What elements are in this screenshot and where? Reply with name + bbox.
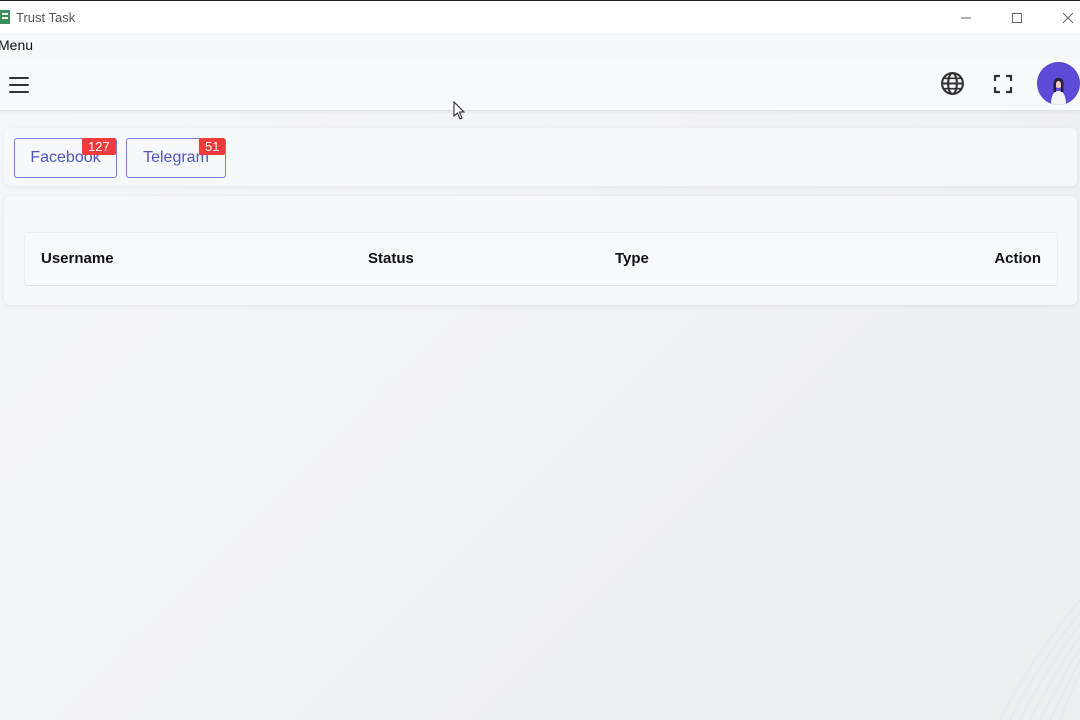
maximize-icon [1012,12,1022,23]
close-button[interactable] [1043,1,1080,34]
close-icon [1062,12,1074,23]
menu-item-menu[interactable]: Menu [0,37,33,53]
title-bar: Trust Task [0,0,1080,33]
app-header [0,57,1080,111]
facebook-count-badge: 127 [82,138,116,155]
app-icon [0,10,10,24]
minimize-button[interactable] [941,1,991,34]
facebook-tab-button[interactable]: Facebook 127 [14,138,117,178]
maximize-button[interactable] [992,1,1042,34]
telegram-count-badge: 51 [199,138,226,155]
app-window: Trust Task Menu Facebook 127 Telegram 51… [0,0,1080,720]
tasks-table-card: Username Status Type Action [4,196,1077,305]
column-header-action: Action [994,250,1041,267]
channel-tabs-card: Facebook 127 Telegram 51 [4,128,1077,186]
minimize-icon [961,17,971,18]
column-header-status[interactable]: Status [368,250,414,267]
table-header-row: Username Status Type Action [24,232,1058,286]
column-header-username[interactable]: Username [41,250,114,267]
user-avatar-icon [1037,62,1080,105]
background-pattern [999,599,1080,720]
column-header-type[interactable]: Type [615,250,649,267]
avatar[interactable] [1037,62,1080,105]
mouse-cursor-icon [453,101,466,120]
globe-icon[interactable] [940,71,965,96]
menu-bar: Menu [0,33,1080,57]
window-title: Trust Task [16,10,76,25]
fullscreen-icon[interactable] [991,72,1015,96]
telegram-tab-button[interactable]: Telegram 51 [126,138,226,178]
hamburger-menu-icon[interactable] [7,74,31,96]
